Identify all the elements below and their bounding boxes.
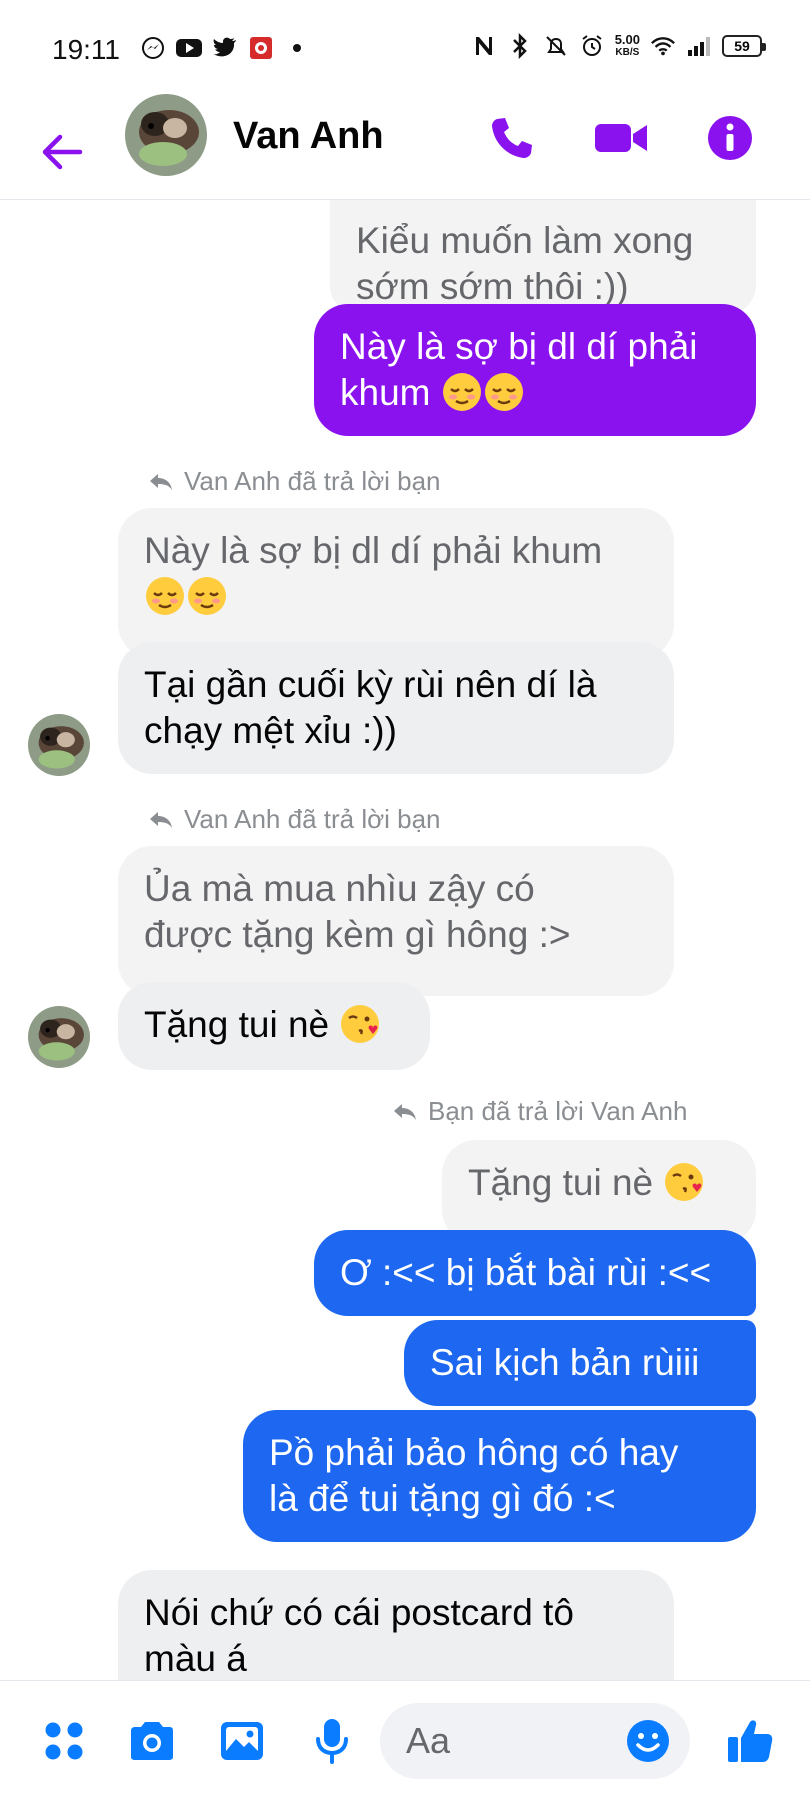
app-notification-icon	[248, 35, 274, 61]
message-text: Này là sợ bị dl dí phải khum	[144, 530, 603, 571]
reply-indicator-text: Van Anh đã trả lời bạn	[184, 466, 441, 496]
notification-icons	[140, 35, 310, 61]
message-text: được tặng kèm gì hông :>	[144, 914, 571, 955]
gallery-button[interactable]	[212, 1711, 272, 1771]
call-button[interactable]	[484, 110, 540, 166]
thumbs-up-icon	[728, 1720, 773, 1762]
message-text: Nói chứ có cái postcard tô	[144, 1592, 574, 1633]
message-line	[144, 574, 648, 620]
message-line: khum	[340, 370, 730, 416]
outgoing-message-bubble[interactable]: Ơ :<< bị bắt bài rùi :<<	[314, 1230, 756, 1316]
network-speed-value: 5.00	[614, 32, 640, 47]
more-notifications-dot-icon	[284, 35, 310, 61]
back-arrow-icon	[42, 134, 83, 170]
outgoing-message-bubble[interactable]: Sai kịch bản rùiii	[404, 1320, 756, 1406]
bluetooth-icon	[507, 33, 533, 59]
back-button[interactable]	[38, 128, 86, 176]
relieved-face-icon	[146, 577, 184, 615]
system-icons: 5.00 KB/S 59	[471, 33, 766, 59]
quoted-message-bubble[interactable]: Này là sợ bị dl dí phải khum	[118, 508, 674, 658]
message-text: Kiểu muốn làm xong	[356, 220, 694, 261]
emoji-button[interactable]	[618, 1711, 678, 1771]
nfc-icon	[471, 33, 497, 59]
reply-arrow-icon	[150, 811, 172, 828]
like-button[interactable]	[720, 1711, 780, 1771]
contact-avatar[interactable]	[125, 94, 207, 176]
status-bar: 19:11 5.00 KB/S 59	[0, 0, 810, 100]
guinea-pig-avatar-icon	[125, 94, 207, 176]
reply-indicator: Bạn đã trả lời Van Anh	[392, 1096, 687, 1127]
more-actions-button[interactable]	[34, 1711, 94, 1771]
contact-name[interactable]: Van Anh	[233, 115, 384, 158]
network-speed: 5.00 KB/S	[615, 33, 640, 59]
outgoing-message-bubble[interactable]: Pồ phải bảo hông có hay là để tui tặng g…	[243, 1410, 756, 1542]
menu-dots-icon	[45, 1722, 83, 1760]
wifi-icon	[650, 33, 676, 59]
message-text: khum	[340, 372, 431, 413]
emoji-icon	[627, 1720, 669, 1762]
message-text: Pồ phải bảo hông có hay	[269, 1432, 679, 1473]
youtube-notification-icon	[176, 35, 202, 61]
messenger-notification-icon	[140, 35, 166, 61]
relieved-face-icon	[188, 577, 226, 615]
relieved-face-icon	[442, 373, 481, 411]
message-text: Sai kịch bản rùiii	[430, 1342, 700, 1383]
battery-icon: 59	[722, 35, 766, 57]
guinea-pig-avatar-icon	[28, 1006, 90, 1068]
reply-indicator-text: Van Anh đã trả lời bạn	[184, 804, 441, 834]
mic-icon	[316, 1719, 348, 1764]
video-call-button[interactable]	[593, 110, 649, 166]
mute-bell-icon	[543, 33, 569, 59]
face-blowing-kiss-icon	[665, 1163, 704, 1201]
camera-button[interactable]	[122, 1711, 182, 1771]
twitter-notification-icon	[212, 35, 238, 61]
message-text: Này là sợ bị dl dí phải	[340, 326, 698, 367]
status-time: 19:11	[52, 34, 120, 65]
reply-indicator: Van Anh đã trả lời bạn	[148, 804, 441, 835]
image-icon	[221, 1722, 263, 1760]
info-button[interactable]	[702, 110, 758, 166]
face-blowing-kiss-icon	[341, 1005, 380, 1043]
reply-indicator: Van Anh đã trả lời bạn	[148, 466, 441, 497]
incoming-message-bubble[interactable]: Tại gần cuối kỳ rùi nên dí là chạy mệt x…	[118, 642, 674, 774]
camera-icon	[131, 1722, 173, 1760]
message-text: Tặng tui nè	[468, 1162, 654, 1203]
incoming-message-bubble[interactable]: Tặng tui nè	[118, 982, 430, 1070]
sender-avatar[interactable]	[28, 1006, 90, 1068]
outgoing-message-bubble[interactable]: Này là sợ bị dl dí phải khum	[314, 304, 756, 436]
network-speed-unit: KB/S	[615, 47, 640, 58]
info-icon	[708, 116, 752, 160]
phone-icon	[492, 118, 532, 158]
message-composer	[0, 1680, 810, 1800]
alarm-icon	[579, 33, 605, 59]
chat-header	[0, 100, 810, 200]
message-text: màu á	[144, 1638, 247, 1679]
signal-icon	[686, 33, 712, 59]
voice-record-button[interactable]	[302, 1711, 362, 1771]
quoted-message-bubble[interactable]: Ủa mà mua nhìu zậy có được tặng kèm gì h…	[118, 846, 674, 996]
message-text: Ủa mà mua nhìu zậy có	[144, 868, 535, 909]
incoming-message-bubble[interactable]: Nói chứ có cái postcard tô màu á	[118, 1570, 674, 1680]
message-text: Ơ :<< bị bắt bài rùi :<<	[340, 1252, 712, 1293]
reply-indicator-text: Bạn đã trả lời Van Anh	[428, 1096, 688, 1126]
message-text: là để tui tặng gì đó :<	[269, 1478, 616, 1519]
message-text: Tặng tui nè	[144, 1004, 330, 1045]
sender-avatar[interactable]	[28, 714, 90, 776]
message-list[interactable]: Kiểu muốn làm xong sớm sớm thôi :)) Này …	[0, 200, 810, 1680]
message-text: chạy mệt xỉu :))	[144, 710, 397, 751]
quoted-message-bubble[interactable]: Kiểu muốn làm xong sớm sớm thôi :))	[330, 200, 756, 315]
relieved-face-icon	[484, 373, 523, 411]
guinea-pig-avatar-icon	[28, 714, 90, 776]
quoted-message-bubble[interactable]: Tặng tui nè	[442, 1140, 756, 1244]
reply-arrow-icon	[150, 473, 172, 490]
message-text: Tại gần cuối kỳ rùi nên dí là	[144, 664, 597, 705]
reply-arrow-icon	[394, 1103, 416, 1120]
video-icon	[595, 124, 647, 152]
